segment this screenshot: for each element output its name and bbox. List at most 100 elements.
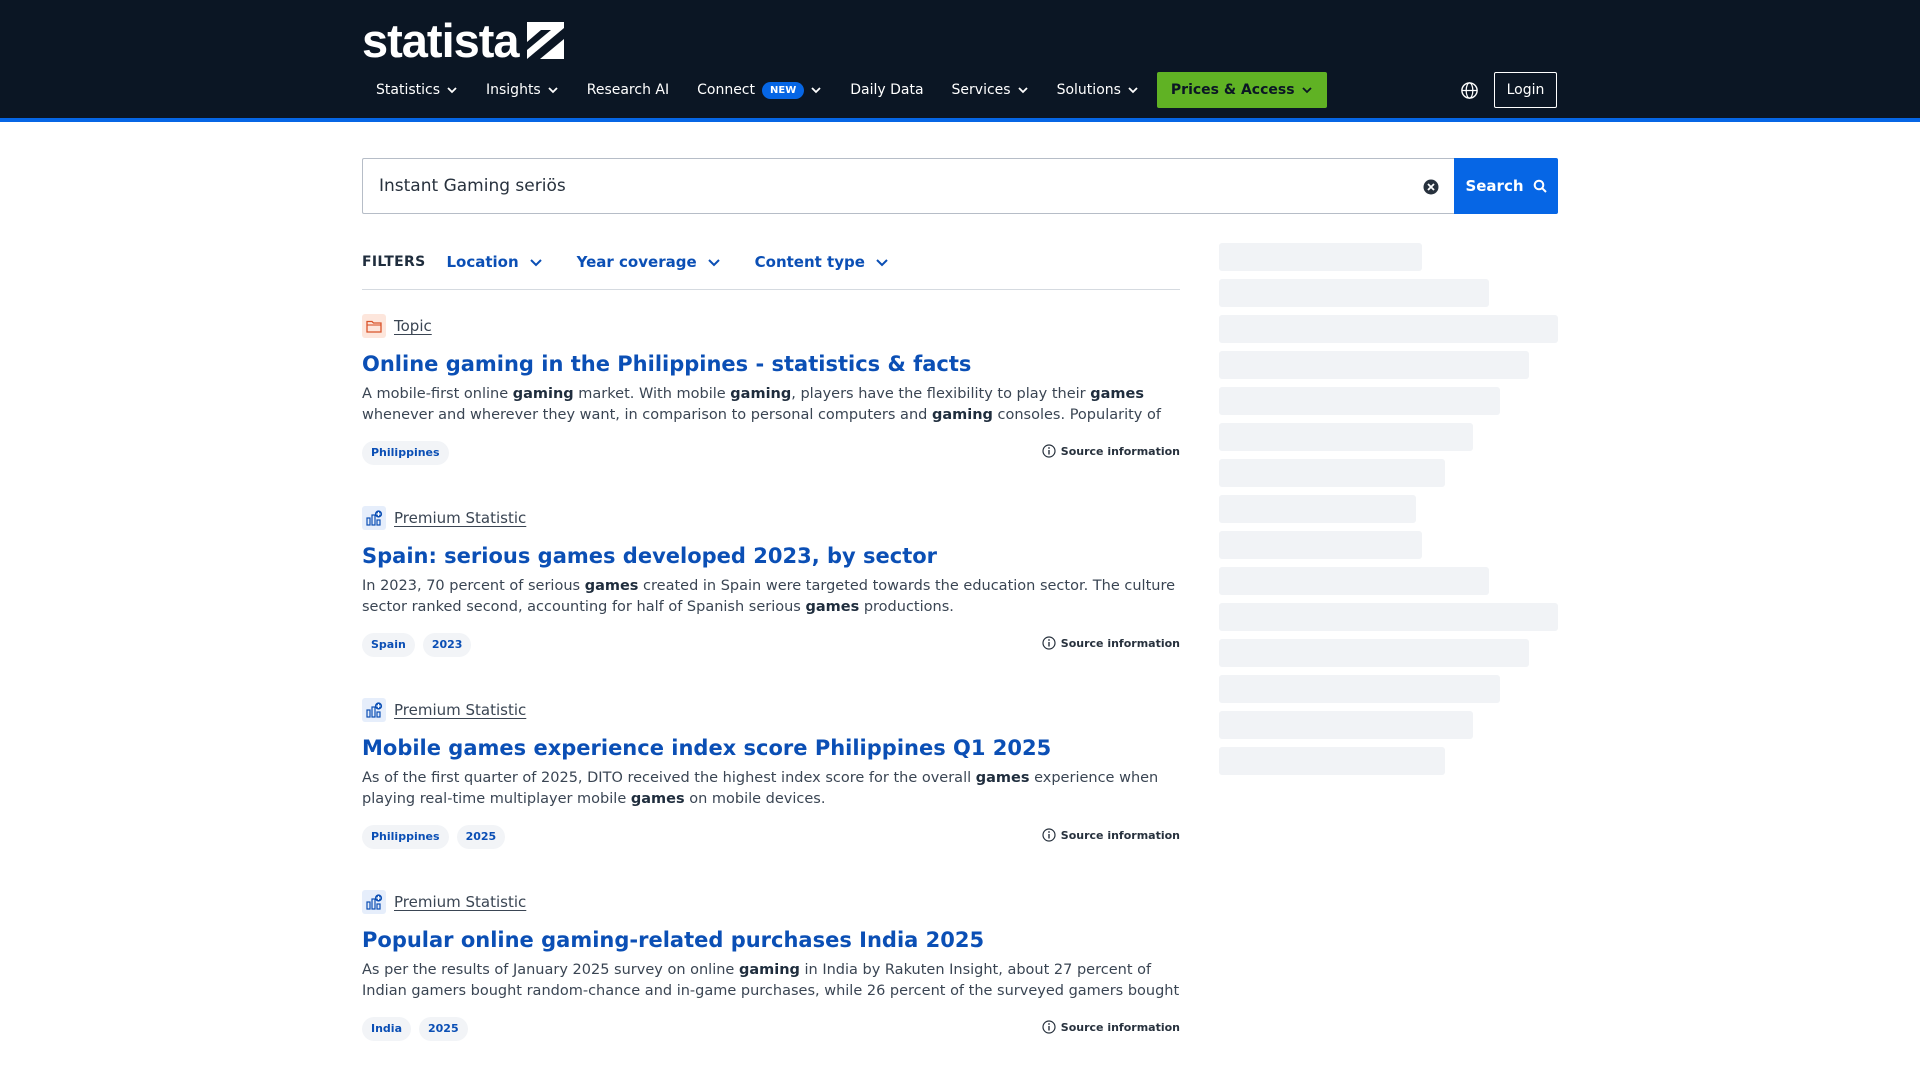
- skeleton-line: [1219, 459, 1445, 487]
- result-tag[interactable]: Philippines: [362, 441, 449, 465]
- search-icon: [1533, 179, 1547, 193]
- search-button[interactable]: Search: [1454, 158, 1558, 214]
- source-information-link[interactable]: Source information: [1042, 828, 1180, 842]
- result-title[interactable]: Spain: serious games developed 2023, by …: [362, 542, 1180, 570]
- filters-label: FILTERS: [362, 254, 426, 270]
- skeleton-line: [1219, 603, 1558, 631]
- nav-connect[interactable]: Connect NEW: [683, 72, 836, 108]
- skeleton-line: [1219, 639, 1529, 667]
- result-description: A mobile-first online gaming market. Wit…: [362, 386, 1161, 423]
- skeleton-line: [1219, 423, 1473, 451]
- chevron-down-icon: [529, 259, 542, 267]
- result-description: In 2023, 70 percent of serious games cre…: [362, 578, 1176, 615]
- filter-label: Location: [446, 253, 519, 271]
- result-type-label[interactable]: Topic: [394, 317, 432, 335]
- result-footer: Spain 2023 Source information: [362, 632, 1180, 658]
- result-footer: Philippines Source information: [362, 440, 1180, 466]
- skeleton-line: [1219, 711, 1473, 739]
- filter-year-coverage[interactable]: Year coverage: [577, 253, 721, 271]
- prices-access-button[interactable]: Prices & Access: [1156, 72, 1327, 108]
- site-header: statista Statistics Insights Research AI…: [0, 0, 1920, 122]
- result-title[interactable]: Mobile games experience index score Phil…: [362, 734, 1180, 762]
- skeleton-line: [1219, 747, 1445, 775]
- premium-statistic-icon: [362, 890, 386, 914]
- source-information-link[interactable]: Source information: [1042, 444, 1180, 458]
- result-type-label[interactable]: Premium Statistic: [394, 701, 526, 719]
- result-type: Premium Statistic: [362, 698, 1180, 722]
- result-item: Premium Statistic Mobile games experienc…: [362, 698, 1180, 890]
- result-tag[interactable]: 2025: [456, 825, 506, 849]
- nav-label: Connect: [697, 82, 755, 98]
- nav-label: Daily Data: [850, 82, 924, 98]
- skeleton-line: [1219, 243, 1422, 271]
- nav-label: Insights: [486, 82, 541, 98]
- result-description: As per the results of January 2025 surve…: [362, 962, 1180, 999]
- result-type: Premium Statistic: [362, 890, 1180, 914]
- nav-label: Statistics: [376, 82, 440, 98]
- search-button-label: Search: [1465, 177, 1524, 195]
- skeleton-line: [1219, 315, 1558, 343]
- nav-daily-data[interactable]: Daily Data: [836, 72, 937, 108]
- skeleton-line: [1219, 531, 1422, 559]
- source-information-label: Source information: [1060, 444, 1180, 458]
- result-tag[interactable]: India: [362, 1017, 411, 1041]
- premium-statistic-icon: [362, 698, 386, 722]
- chevron-down-icon: [548, 87, 558, 94]
- folder-icon: [362, 314, 386, 338]
- nav-solutions[interactable]: Solutions: [1043, 72, 1153, 108]
- sidebar-loading-skeleton: [1219, 243, 1558, 783]
- result-tag[interactable]: Spain: [362, 633, 415, 657]
- result-footer: Philippines 2025 Source information: [362, 824, 1180, 850]
- search-input[interactable]: [363, 159, 1454, 213]
- source-information-link[interactable]: Source information: [1042, 636, 1180, 650]
- skeleton-line: [1219, 279, 1489, 307]
- info-icon: [1042, 636, 1056, 650]
- filters-bar: FILTERS Location Year coverage Content t…: [362, 248, 1180, 290]
- cta-label: Prices & Access: [1170, 82, 1295, 98]
- clear-search-icon[interactable]: [1422, 178, 1440, 196]
- filter-label: Year coverage: [576, 253, 697, 271]
- nav-research-ai[interactable]: Research AI: [573, 72, 683, 108]
- result-title[interactable]: Popular online gaming-related purchases …: [362, 926, 1180, 954]
- result-type: Premium Statistic: [362, 506, 1180, 530]
- result-type: Topic: [362, 314, 1180, 338]
- chevron-down-icon: [1128, 87, 1138, 94]
- result-item: Premium Statistic Popular online gaming-…: [362, 890, 1180, 1080]
- result-item: Topic Online gaming in the Philippines -…: [362, 314, 1180, 506]
- result-tag[interactable]: 2025: [419, 1017, 468, 1041]
- result-footer: India 2025 Source information: [362, 1016, 1180, 1042]
- filter-content-type[interactable]: Content type: [755, 253, 889, 271]
- chevron-down-icon: [447, 87, 457, 94]
- skeleton-line: [1219, 351, 1529, 379]
- chevron-down-icon: [707, 259, 720, 267]
- chevron-down-icon: [1301, 87, 1312, 94]
- main-nav: Statistics Insights Research AI Connect …: [362, 72, 1327, 108]
- globe-icon[interactable]: [1460, 81, 1479, 100]
- info-icon: [1042, 828, 1056, 842]
- nav-statistics[interactable]: Statistics: [362, 72, 472, 108]
- result-tag[interactable]: 2023: [422, 633, 472, 657]
- nav-insights[interactable]: Insights: [472, 72, 573, 108]
- nav-label: Research AI: [586, 82, 670, 98]
- filter-location[interactable]: Location: [446, 253, 542, 271]
- login-button[interactable]: Login: [1494, 72, 1557, 108]
- search-bar: Search: [362, 158, 1558, 214]
- chevron-down-icon: [811, 87, 821, 94]
- source-information-link[interactable]: Source information: [1042, 1020, 1180, 1034]
- result-item: Premium Statistic Spain: serious games d…: [362, 506, 1180, 698]
- result-title[interactable]: Online gaming in the Philippines - stati…: [362, 350, 1180, 378]
- logo-mark-icon: [526, 21, 564, 59]
- result-tag[interactable]: Philippines: [362, 825, 449, 849]
- nav-label: Services: [951, 82, 1011, 98]
- info-icon: [1042, 1020, 1056, 1034]
- chevron-down-icon: [876, 259, 888, 267]
- search-results: Topic Online gaming in the Philippines -…: [362, 314, 1180, 1080]
- statista-logo[interactable]: statista: [362, 17, 564, 64]
- skeleton-line: [1219, 495, 1416, 523]
- result-type-label[interactable]: Premium Statistic: [394, 509, 526, 527]
- skeleton-line: [1219, 567, 1489, 595]
- skeleton-line: [1219, 675, 1500, 703]
- nav-services[interactable]: Services: [938, 72, 1043, 108]
- source-information-label: Source information: [1060, 1020, 1180, 1034]
- result-type-label[interactable]: Premium Statistic: [394, 893, 526, 911]
